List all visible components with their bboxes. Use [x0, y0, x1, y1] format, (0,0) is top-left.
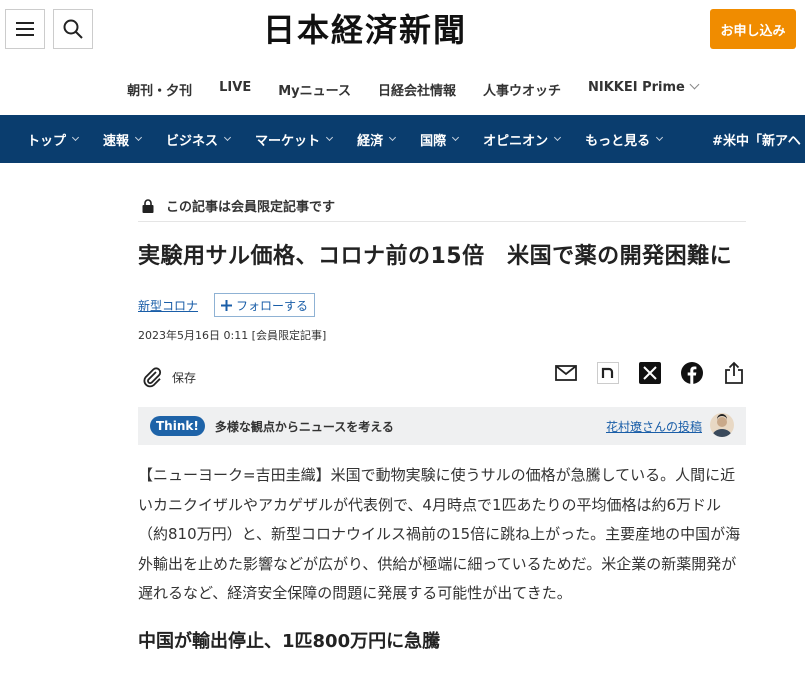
chevron-down-icon	[554, 133, 562, 141]
chevron-down-icon	[224, 133, 232, 141]
article-title: 実験用サル価格、コロナ前の15倍 米国で薬の開発困難に	[138, 244, 733, 269]
topic-tags: 新型コロナ フォローする	[138, 293, 746, 317]
chevron-down-icon	[452, 133, 460, 141]
nav-item-label: オピニオン	[483, 133, 549, 149]
nav-item-business[interactable]: ビジネス	[166, 130, 232, 149]
signup-button[interactable]: お申し込み	[710, 9, 796, 49]
subnav-item-mynews[interactable]: Myニュース	[278, 80, 351, 102]
sub-navigation: 朝刊・夕刊 LIVE Myニュース 日経会社情報 人事ウオッチ NIKKEI P…	[0, 79, 805, 102]
nav-item-label: マーケット	[255, 133, 321, 149]
subnav-item-live[interactable]: LIVE	[219, 80, 251, 102]
article-body: 【ニューヨーク=吉田圭織】米国で動物実験に使うサルの価格が急騰している。人間に近…	[138, 466, 741, 602]
save-label: 保存	[172, 370, 197, 385]
share-icon	[725, 361, 743, 384]
think-text: 多様な観点からニュースを考える	[214, 419, 394, 434]
nav-item-label: 経済	[357, 133, 384, 149]
share-buttons	[554, 361, 746, 385]
nav-item-label: ビジネス	[166, 133, 219, 149]
article-toolbar: 保存	[138, 361, 746, 393]
mail-share-button[interactable]	[554, 361, 578, 385]
chevron-down-icon	[656, 133, 664, 141]
paperclip-icon	[143, 367, 162, 388]
subnav-item-paper[interactable]: 朝刊・夕刊	[127, 80, 192, 102]
subnav-item-company-info[interactable]: 日経会社情報	[378, 80, 456, 102]
person-icon	[712, 414, 732, 437]
article: この記事は会員限定記事です 実験用サル価格、コロナ前の15倍 米国で薬の開発困難…	[138, 190, 746, 653]
article-subheading: 中国が輸出停止、1匹800万円に急騰	[138, 630, 441, 652]
save-button[interactable]: 保存	[142, 366, 196, 388]
note-share-button[interactable]	[596, 361, 620, 385]
topic-link[interactable]: 新型コロナ	[138, 297, 198, 314]
follow-label: フォローする	[236, 298, 309, 313]
think-badge: Think!	[150, 416, 205, 436]
chevron-down-icon	[71, 133, 80, 141]
share-button[interactable]	[722, 361, 746, 385]
nav-item-label: トップ	[27, 133, 67, 149]
nav-item-international[interactable]: 国際	[420, 130, 460, 149]
nav-item-label: 速報	[103, 133, 130, 149]
x-icon	[639, 362, 661, 384]
follow-button[interactable]: フォローする	[214, 293, 316, 317]
note-icon	[597, 362, 619, 384]
think-banner: Think! 多様な観点からニュースを考える 花村遼さんの投稿	[138, 407, 746, 445]
nav-item-market[interactable]: マーケット	[255, 130, 334, 149]
publish-date: 2023年5月16日 0:11 [会員限定記事]	[138, 329, 327, 342]
nav-item-economy[interactable]: 経済	[357, 130, 397, 149]
search-button[interactable]	[53, 9, 93, 49]
menu-button[interactable]	[5, 9, 45, 49]
subnav-item-prime[interactable]: NIKKEI Prime	[588, 79, 700, 102]
nav-item-top[interactable]: トップ	[27, 130, 80, 149]
facebook-share-button[interactable]	[680, 361, 704, 385]
lock-icon	[142, 198, 154, 213]
nav-item-breaking[interactable]: 速報	[103, 130, 143, 149]
members-only-text: この記事は会員限定記事です	[166, 200, 336, 215]
plus-icon	[221, 299, 233, 311]
mail-icon	[555, 365, 577, 381]
chevron-down-icon	[134, 133, 143, 141]
subnav-item-prime-label: NIKKEI Prime	[588, 80, 685, 95]
x-share-button[interactable]	[638, 361, 662, 385]
members-only-notice: この記事は会員限定記事です	[138, 190, 746, 222]
chevron-down-icon	[389, 133, 397, 141]
subnav-item-personnel[interactable]: 人事ウオッチ	[483, 80, 561, 102]
top-header: 日本経済新聞 お申し込み	[0, 0, 805, 60]
chevron-down-icon	[326, 133, 334, 141]
main-navigation: トップ 速報 ビジネス マーケット 経済 国際 オピニオン もっと見る #米中「…	[0, 115, 805, 163]
search-icon	[63, 19, 83, 39]
nav-item-label: 国際	[420, 133, 447, 149]
facebook-icon	[681, 362, 703, 384]
chevron-down-icon	[689, 79, 700, 90]
avatar[interactable]	[710, 413, 734, 437]
hamburger-icon	[16, 22, 34, 36]
expert-post-link[interactable]: 花村遼さんの投稿	[606, 418, 702, 435]
nav-item-opinion[interactable]: オピニオン	[483, 130, 562, 149]
nav-item-more[interactable]: もっと見る	[585, 130, 664, 149]
nav-trending-topic[interactable]: #米中「新アヘ	[712, 130, 801, 149]
site-logo[interactable]: 日本経済新聞	[263, 10, 543, 50]
nav-item-label: もっと見る	[585, 133, 651, 149]
